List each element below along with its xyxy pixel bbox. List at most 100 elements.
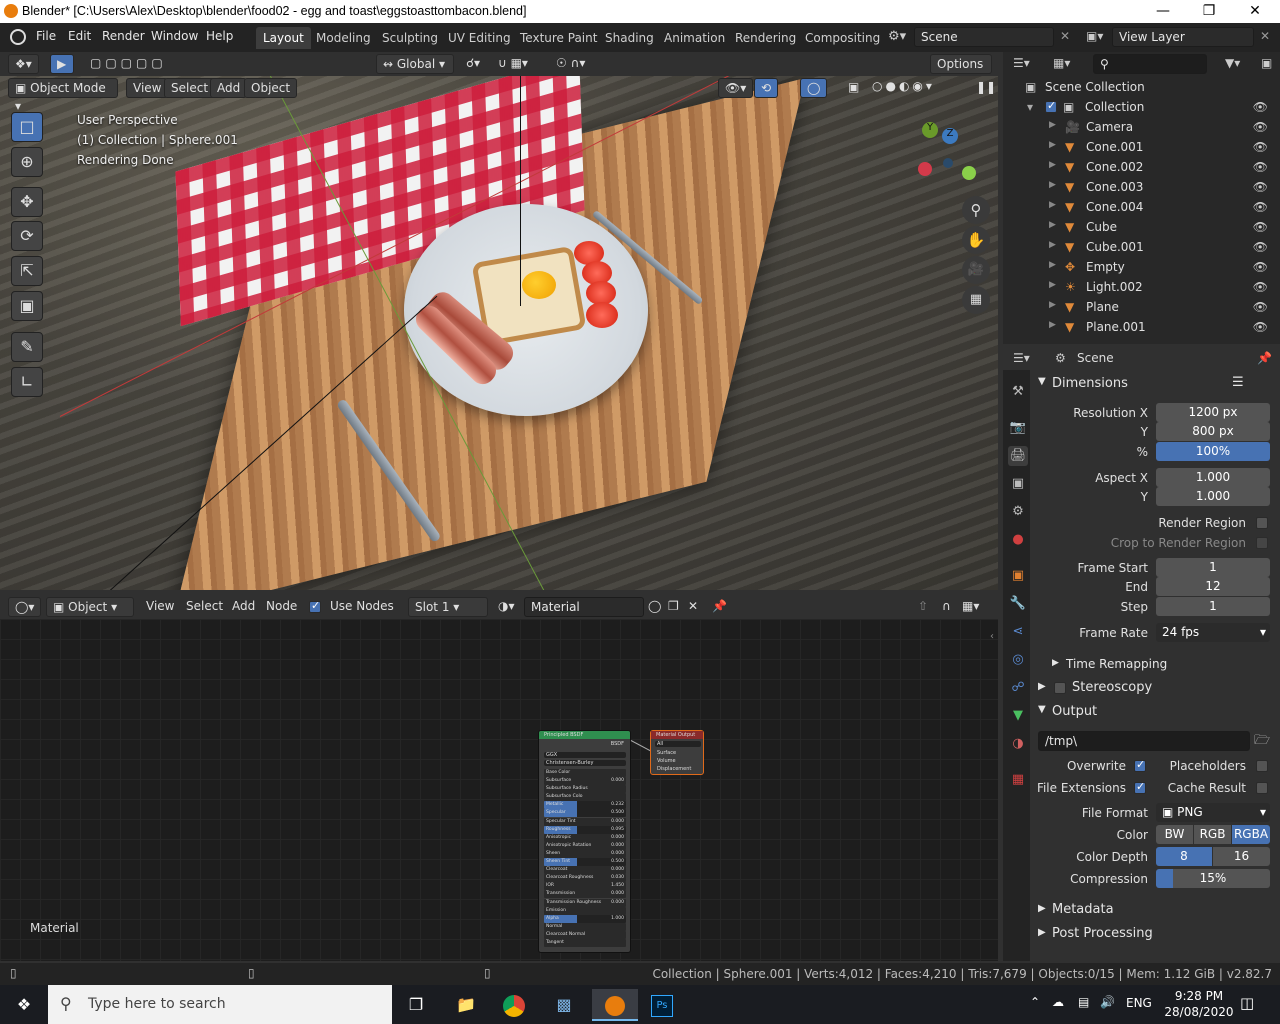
data-tab-icon[interactable]: ▼ [1008, 706, 1028, 726]
material-name-field[interactable]: Material [524, 597, 644, 617]
tab-sculpting[interactable]: Sculpting [375, 27, 445, 49]
scene-selector[interactable]: Scene [914, 27, 1054, 47]
metadata-panel-header[interactable]: ▶ Metadata [1036, 900, 1280, 922]
color-depth-16-button[interactable]: 16 [1213, 847, 1270, 866]
xray-icon[interactable]: ▣ [848, 80, 859, 94]
crop-region-checkbox[interactable] [1256, 537, 1268, 549]
eye-icon[interactable]: 👁 [1253, 160, 1268, 174]
overwrite-checkbox[interactable] [1134, 758, 1146, 772]
outliner-row-cone-004[interactable]: ▶ ▼ Cone.004 👁 [1003, 197, 1280, 217]
selection-mode-icons[interactable]: ▢▢▢▢▢ [90, 56, 167, 70]
move-tool-icon[interactable]: ✥ [11, 187, 43, 217]
compression-slider[interactable]: 15% [1156, 869, 1270, 888]
new-collection-icon[interactable]: ▣ [1261, 56, 1272, 70]
notifications-icon[interactable]: ◫ [1240, 994, 1254, 1012]
restore-button[interactable]: ❐ [1186, 0, 1232, 23]
eye-icon[interactable]: 👁 [1253, 260, 1268, 274]
collection-enable-checkbox[interactable] [1045, 99, 1057, 113]
node-input-row[interactable]: Transmission 0.000 [544, 890, 626, 899]
eye-icon[interactable]: 👁 [1253, 100, 1268, 114]
tab-uv-editing[interactable]: UV Editing [441, 27, 518, 49]
menu-file[interactable]: File [36, 29, 56, 43]
tool-tab-icon[interactable]: ⚒ [1008, 382, 1028, 402]
parent-node-tree-icon[interactable]: ⇧ [918, 599, 928, 613]
placeholders-checkbox[interactable] [1256, 760, 1268, 772]
aspect-y-field[interactable]: 1.000 [1156, 487, 1270, 506]
network-icon[interactable]: ▤ [1078, 995, 1089, 1009]
tab-rendering[interactable]: Rendering [728, 27, 803, 49]
node-snap-icon[interactable]: ∩ [942, 599, 951, 613]
tab-animation[interactable]: Animation [657, 27, 732, 49]
material-output-node[interactable]: Material Output All Surface Volume Displ… [650, 730, 704, 775]
frame-end-field[interactable]: 12 [1156, 577, 1270, 596]
pin-icon[interactable]: 📌 [1257, 351, 1272, 365]
viewport-menu-view[interactable]: View [126, 78, 169, 98]
view-layer-tab-icon[interactable]: ▣ [1008, 474, 1028, 494]
outliner-row-cone-002[interactable]: ▶ ▼ Cone.002 👁 [1003, 157, 1280, 177]
tab-modeling[interactable]: Modeling [309, 27, 378, 49]
view-layer-icon[interactable]: ▣▾ [1086, 29, 1103, 43]
filter-icon[interactable]: ▼▾ [1225, 56, 1240, 70]
outliner-row-plane[interactable]: ▶ ▼ Plane 👁 [1003, 297, 1280, 317]
blender-menu-icon[interactable] [10, 29, 26, 45]
physics-tab-icon[interactable]: ◎ [1008, 650, 1028, 670]
outliner-row-scene-collection[interactable]: ▣ Scene Collection [1003, 77, 1280, 97]
output-target-dropdown[interactable]: All [655, 741, 701, 747]
aspect-x-field[interactable]: 1.000 [1156, 468, 1270, 487]
minimize-button[interactable]: — [1140, 0, 1186, 23]
node-menu-select[interactable]: Select [186, 599, 223, 613]
input-language[interactable]: ENG [1126, 996, 1152, 1010]
node-input-row[interactable]: Clearcoat 0.000 [544, 866, 626, 875]
eye-icon[interactable]: 👁 [1253, 200, 1268, 214]
view-layer-close-icon[interactable]: ✕ [1260, 29, 1270, 43]
view-layer-selector[interactable]: View Layer [1112, 27, 1254, 47]
expand-icon[interactable]: ▶ [1049, 160, 1056, 170]
expand-icon[interactable]: ▶ [1049, 140, 1056, 150]
tab-compositing[interactable]: Compositing [798, 27, 887, 49]
ortho-toggle-icon[interactable]: ▦ [962, 286, 990, 314]
expand-icon[interactable]: ▶ [1049, 280, 1056, 290]
outliner-row-collection[interactable]: ▾ ▣ Collection 👁 [1003, 97, 1280, 117]
dimensions-panel-header[interactable]: ▼ Dimensions ☰ [1036, 374, 1280, 396]
frame-start-field[interactable]: 1 [1156, 558, 1270, 577]
eye-icon[interactable]: 👁 [1253, 300, 1268, 314]
close-button[interactable]: ✕ [1232, 0, 1278, 23]
task-view-icon[interactable]: ❐ [396, 989, 436, 1021]
blender-taskbar-icon[interactable] [592, 989, 638, 1021]
node-menu-view[interactable]: View [146, 599, 174, 613]
post-processing-panel-header[interactable]: ▶ Post Processing [1036, 924, 1280, 946]
outliner-row-camera[interactable]: ▶ 🎥 Camera 👁 [1003, 117, 1280, 137]
resolution-percentage-slider[interactable]: 100% [1156, 442, 1270, 461]
use-nodes-checkbox[interactable] [309, 599, 321, 613]
node-input-row[interactable]: Normal [544, 922, 626, 931]
file-extensions-checkbox[interactable] [1134, 780, 1146, 794]
y-axis-neg-icon[interactable] [962, 166, 976, 180]
tab-layout[interactable]: Layout [256, 27, 311, 49]
node-editor-canvas[interactable]: Principled BSDF BSDF GGX Christensen-Bur… [0, 619, 998, 961]
stereoscopy-checkbox[interactable] [1054, 682, 1066, 694]
node-input-row[interactable]: Metallic 0.232 [544, 801, 626, 810]
camera-view-icon[interactable]: 🎥 [962, 256, 990, 284]
node-input-row[interactable]: Subsurface 0.000 [544, 777, 626, 786]
expand-icon[interactable]: ▶ [1049, 120, 1056, 130]
color-rgba-button[interactable]: RGBA [1232, 825, 1270, 844]
render-region-checkbox[interactable] [1256, 517, 1268, 529]
expand-icon[interactable]: ▶ [1049, 320, 1056, 330]
viewport-menu-select[interactable]: Select [164, 78, 216, 98]
fake-user-icon[interactable]: ◯ [648, 599, 661, 613]
resolution-x-field[interactable]: 1200 px [1156, 403, 1270, 422]
y-axis-icon[interactable]: Y [922, 122, 938, 138]
scene-tab-icon[interactable]: ⚙ [1008, 502, 1028, 522]
stereoscopy-panel-header[interactable]: ▶ Stereoscopy [1036, 678, 1280, 700]
outliner-search-input[interactable]: ⚲ [1093, 54, 1207, 74]
onedrive-icon[interactable]: ☁ [1052, 995, 1064, 1009]
scale-tool-icon[interactable]: ⇱ [11, 256, 43, 286]
overlay-toggle-icon[interactable]: ◯ [800, 78, 828, 98]
outliner-row-cone-003[interactable]: ▶ ▼ Cone.003 👁 [1003, 177, 1280, 197]
tray-chevron-icon[interactable]: ⌃ [1030, 995, 1040, 1009]
mode-dropdown[interactable]: ▣ Object Mode ▾ [8, 78, 118, 113]
modifier-tab-icon[interactable]: 🔧 [1008, 594, 1028, 614]
outliner[interactable]: ☰▾ ▦▾ ⚲ ▼▾ ▣ ▣ Scene Collection ▾ ▣ Coll… [1003, 52, 1280, 344]
node-input-row[interactable]: Base Color [544, 769, 626, 777]
menu-window[interactable]: Window [151, 29, 198, 43]
